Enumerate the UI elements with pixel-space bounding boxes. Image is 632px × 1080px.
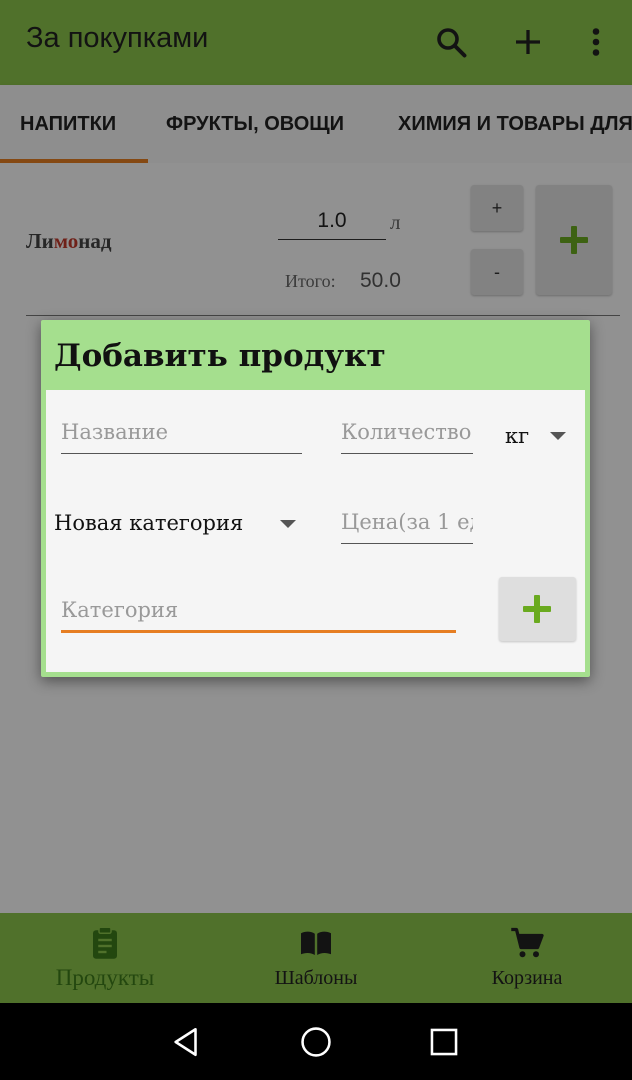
dialog-title: Добавить продукт — [54, 338, 386, 374]
back-icon[interactable] — [170, 1025, 204, 1059]
price-underline — [341, 543, 473, 544]
product-name-field[interactable]: Название — [61, 420, 302, 454]
price-field[interactable]: Цена(за 1 ед.) — [341, 510, 473, 544]
unit-spinner[interactable]: кг — [505, 424, 529, 448]
category-underline — [61, 630, 456, 633]
add-product-dialog: Добавить продукт Название Количество кг … — [41, 320, 590, 677]
quantity-field[interactable]: Количество — [341, 420, 473, 454]
category-spinner[interactable]: Новая категория — [54, 511, 243, 535]
dialog-body: Название Количество кг Новая категория Ц… — [46, 390, 585, 672]
quantity-underline — [341, 453, 473, 454]
plus-icon — [523, 595, 551, 623]
category-placeholder: Категория — [61, 598, 179, 622]
add-product-button[interactable] — [499, 577, 576, 641]
quantity-placeholder: Количество — [341, 420, 472, 444]
system-navigation-bar — [0, 1003, 632, 1080]
product-name-underline — [61, 453, 302, 454]
unit-dropdown-icon[interactable] — [550, 432, 566, 440]
category-dropdown-icon[interactable] — [280, 520, 296, 528]
home-icon[interactable] — [299, 1025, 333, 1059]
product-name-placeholder: Название — [61, 420, 169, 444]
price-placeholder: Цена(за 1 ед.) — [341, 510, 473, 534]
category-field[interactable]: Категория — [61, 598, 456, 633]
recents-icon[interactable] — [427, 1025, 461, 1059]
